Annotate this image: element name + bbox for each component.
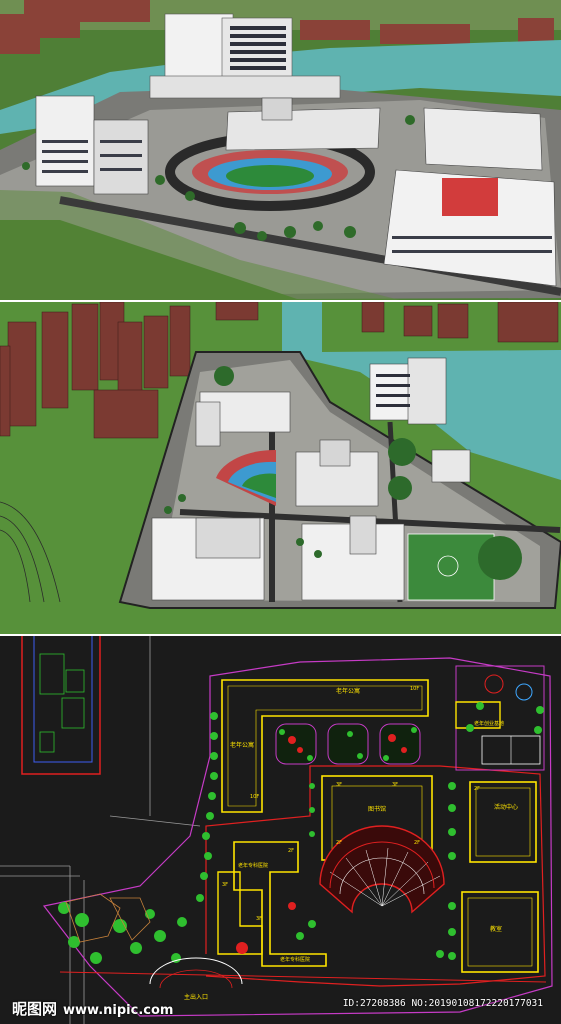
label-floor-2f-b: 2F	[414, 840, 421, 846]
aerial-render-middle	[0, 302, 561, 634]
label-geriatric-hospital-top: 老年专科医院	[238, 863, 269, 869]
label-main-entrance: 主出入口	[184, 994, 209, 1001]
nipic-logo: 昵图网 www.nipic.com	[12, 998, 173, 1019]
label-floor-3f-b: 3F	[392, 782, 399, 788]
label-floor-10f-left: 10F	[250, 794, 260, 800]
aerial-render-top-image	[0, 0, 561, 300]
label-floor-2f-c: 2F	[474, 786, 481, 792]
logo-text: 昵图网	[12, 1000, 58, 1018]
render-sheet: 老年公寓 10F 老年公寓 10F 老年创业基地 图书馆 3F 3F 2F 2F…	[0, 0, 561, 1024]
image-id-watermark: ID:27208386 NO:20190108172220177031	[342, 998, 543, 1009]
label-startup-base: 老年创业基地	[474, 721, 505, 727]
label-classroom: 教室	[490, 926, 503, 933]
cad-site-plan: 老年公寓 10F 老年公寓 10F 老年创业基地 图书馆 3F 3F 2F 2F…	[0, 636, 561, 1024]
label-senior-apartment-left: 老年公寓	[230, 742, 255, 749]
cad-site-plan-drawing	[0, 636, 561, 1024]
aerial-render-top	[0, 0, 561, 300]
label-activity-center: 活动中心	[494, 804, 519, 811]
label-geriatric-hospital-bottom: 老年专科医院	[280, 957, 311, 963]
label-library: 图书馆	[368, 806, 387, 813]
label-floor-2f-a: 2F	[336, 840, 343, 846]
label-floor-3f-d: 3F	[256, 916, 263, 922]
logo-site: www.nipic.com	[63, 1003, 174, 1018]
label-senior-apartment-top: 老年公寓	[336, 688, 361, 695]
label-floor-2f-d: 2F	[288, 848, 295, 854]
aerial-render-middle-image	[0, 302, 561, 634]
label-floor-10f-top: 10F	[410, 686, 420, 692]
label-floor-3f-a: 3F	[336, 782, 343, 788]
label-floor-3f-c: 3F	[222, 882, 229, 888]
